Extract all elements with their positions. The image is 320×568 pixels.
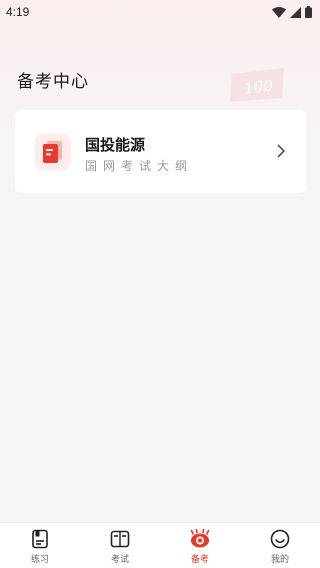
nav-item-exam[interactable]: 考试 — [80, 523, 160, 568]
score-watermark-icon: 100 — [230, 68, 284, 102]
chevron-right-icon — [277, 144, 286, 158]
nav-item-practice[interactable]: 练习 — [0, 523, 80, 568]
wifi-icon — [272, 6, 286, 18]
nav-item-mine[interactable]: 我的 — [240, 523, 320, 568]
smiley-icon — [270, 529, 290, 549]
prepare-eye-icon — [190, 529, 210, 548]
bottom-nav: 练习 考试 备考 我的 — [0, 522, 320, 568]
nav-label: 考试 — [110, 555, 129, 565]
signal-icon — [290, 6, 301, 18]
nav-label: 我的 — [270, 555, 289, 565]
battery-icon — [305, 6, 312, 18]
status-time: 4:19 — [6, 5, 30, 19]
nav-item-prepare[interactable]: 备考 — [160, 523, 240, 568]
exam-icon — [110, 530, 130, 548]
nav-label: 备考 — [190, 555, 209, 565]
status-icons — [272, 6, 312, 18]
nav-label: 练习 — [30, 555, 49, 565]
document-icon — [35, 134, 71, 170]
card-subtitle: 国网考试大纲 — [85, 159, 194, 173]
status-bar: 4:19 — [0, 0, 320, 24]
practice-icon — [32, 529, 48, 549]
card-title: 国投能源 — [85, 136, 146, 154]
svg-text:100: 100 — [243, 76, 274, 97]
page-title: 备考中心 — [17, 72, 89, 92]
exam-outline-card[interactable]: 国投能源 国网考试大纲 — [15, 110, 306, 193]
